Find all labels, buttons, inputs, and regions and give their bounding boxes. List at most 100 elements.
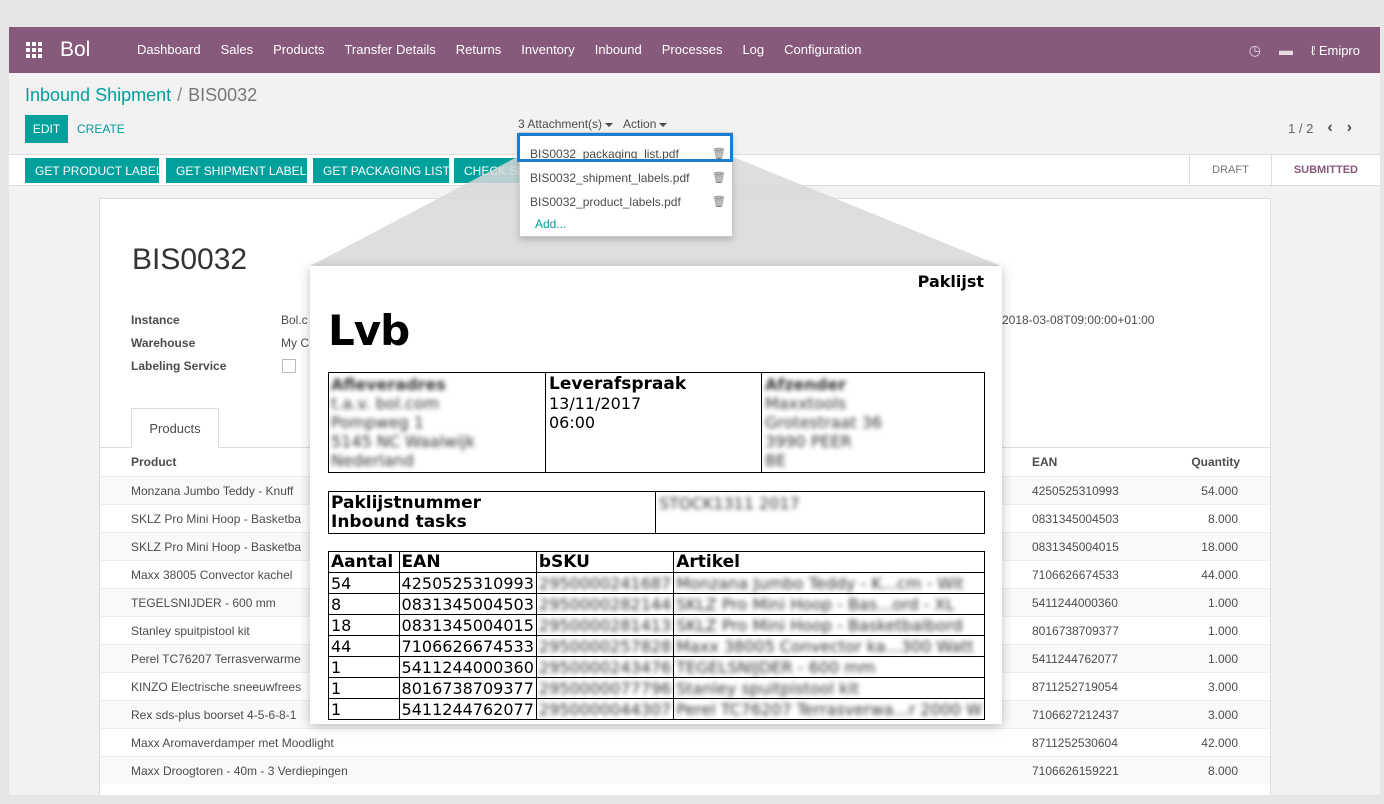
chat-icon[interactable]: ▬ (1279, 42, 1293, 58)
pdf-ean: 8016738709377 (398, 677, 537, 699)
menu-processes[interactable]: Processes (662, 27, 723, 73)
column-ean[interactable]: EAN (1032, 455, 1057, 469)
paklijst-label-block: Paklijstnummer Inbound tasks (331, 493, 482, 532)
column-quantity[interactable]: Quantity (1191, 455, 1240, 469)
breadcrumb-separator: / (177, 85, 183, 105)
pdf-col-ean: EAN (398, 551, 537, 573)
product-name: Stanley spuitpistool kit (131, 624, 250, 638)
menu-dashboard[interactable]: Dashboard (137, 27, 201, 73)
product-ean: 8711252719054 (1032, 680, 1118, 694)
pdf-table-row: 8 0831345004503 2950000282144 SKLZ Pro Mini… (328, 593, 985, 615)
menu-products[interactable]: Products (273, 27, 324, 73)
product-ean: 7106627212437 (1032, 708, 1119, 722)
product-ean: 5411244762077 (1032, 652, 1118, 666)
product-quantity: 1.000 (1207, 596, 1238, 610)
table-row[interactable]: Maxx Droogtoren - 40m - 3 Verdiepingen 71… (100, 756, 1270, 784)
instance-label: Instance (131, 313, 180, 327)
product-quantity: 1.000 (1207, 624, 1238, 638)
status-submitted[interactable]: SUBMITTED (1270, 155, 1380, 185)
product-quantity: 42.000 (1201, 736, 1238, 750)
user-menu[interactable]: ℓ Emipro (1311, 43, 1360, 58)
menu-sales[interactable]: Sales (221, 27, 254, 73)
afzender-block: Afzender Maxxtools Grotestraat 36 3990 P… (765, 375, 883, 470)
afleveradres-block: Afleveradres t.a.v. bol.com Pompweg 1 51… (331, 375, 476, 470)
get-product-label-button[interactable]: GET PRODUCT LABEL (25, 158, 163, 183)
instance-value[interactable]: Bol.c (281, 313, 308, 327)
caret-down-icon (605, 122, 614, 127)
pdf-aantal: 18 (328, 614, 400, 636)
apps-grid-icon[interactable] (26, 42, 42, 58)
highlight-box (517, 133, 733, 162)
pdf-col-aantal: Aantal (328, 551, 400, 573)
breadcrumb-parent[interactable]: Inbound Shipment (25, 85, 171, 105)
trash-icon[interactable]: 🗑 (712, 171, 726, 184)
chevron-left-icon[interactable]: ‹ (1327, 119, 1332, 137)
menu-transfer-details[interactable]: Transfer Details (344, 27, 435, 73)
pdf-aantal: 44 (328, 635, 400, 657)
product-name: Perel TC76207 Terrasverwarme (131, 652, 301, 666)
product-name: SKLZ Pro Mini Hoop - Basketba (131, 512, 302, 526)
menu-inventory[interactable]: Inventory (521, 27, 574, 73)
create-button[interactable]: CREATE (77, 115, 125, 143)
pdf-aantal: 1 (328, 698, 400, 720)
status-draft[interactable]: DRAFT (1189, 155, 1271, 185)
breadcrumb-current: BIS0032 (188, 85, 258, 105)
add-attachment-link[interactable]: Add... (535, 217, 566, 231)
tab-products[interactable]: Products (131, 408, 219, 448)
menu-log[interactable]: Log (742, 27, 764, 73)
paklijst-box: Paklijstnummer Inbound tasks STOCK1311 2… (328, 491, 985, 534)
pdf-ean: 4250525310993 (398, 572, 537, 594)
menu-returns[interactable]: Returns (456, 27, 502, 73)
product-ean: 8711252530604 (1032, 736, 1118, 750)
chevron-right-icon[interactable]: › (1347, 119, 1352, 137)
warehouse-value[interactable]: My C (281, 336, 309, 350)
pdf-bsku: 2950000241687 (535, 572, 675, 594)
labeling-service-checkbox[interactable] (282, 359, 296, 373)
product-ean: 4250525310993 (1032, 484, 1119, 498)
product-ean: 8016738709377 (1032, 624, 1119, 638)
check-shipment-button[interactable]: CHECK SH (454, 158, 526, 183)
attachments-dropdown[interactable]: 3 Attachment(s) (518, 117, 614, 131)
pdf-aantal: 1 (328, 677, 400, 699)
product-name: Rex sds-plus boorset 4-5-6-8-1 (131, 708, 297, 722)
attachment-item[interactable]: BIS0032_product_labels.pdf (530, 195, 681, 209)
pager: 1 / 2 ‹ › (1288, 119, 1352, 137)
product-name: Maxx 38005 Convector kachel (131, 568, 293, 582)
product-name: Maxx Droogtoren - 40m - 3 Verdiepingen (131, 764, 348, 778)
product-ean: 0831345004015 (1032, 540, 1119, 554)
product-quantity: 54.000 (1201, 484, 1238, 498)
action-label: Action (623, 117, 657, 131)
product-quantity: 8.000 (1207, 764, 1238, 778)
pdf-bsku: 2950000044307 (535, 698, 675, 720)
get-shipment-label-button[interactable]: GET SHIPMENT LABEL (166, 158, 307, 183)
attachment-action-bar: 3 Attachment(s) Action (518, 117, 668, 131)
menu-configuration[interactable]: Configuration (784, 27, 861, 73)
pdf-title: Paklijst (917, 272, 984, 291)
pdf-table-row: 54 4250525310993 2950000241687 Monzana Jumb… (328, 572, 985, 594)
pdf-lvb-heading: Lvb (328, 306, 410, 355)
attachments-label: 3 Attachment(s) (518, 117, 603, 131)
table-row[interactable]: Maxx Aromaverdamper met Moodlight 8711252… (100, 728, 1270, 756)
attachment-item[interactable]: BIS0032_shipment_labels.pdf (530, 171, 689, 185)
pdf-bsku: 2950000257828 (535, 635, 675, 657)
menu-inbound[interactable]: Inbound (595, 27, 642, 73)
trash-icon[interactable]: 🗑 (712, 195, 726, 208)
clock-icon[interactable]: ◷ (1249, 42, 1261, 59)
navbar-right: ◷ ▬ ℓ Emipro (1249, 27, 1360, 73)
pdf-col-artikel: Artikel (673, 551, 985, 573)
pdf-bsku: 2950000282144 (535, 593, 675, 615)
pdf-bsku: 2950000243476 (535, 656, 675, 678)
product-ean: 0831345004503 (1032, 512, 1119, 526)
product-quantity: 3.000 (1207, 708, 1238, 722)
product-ean: 5411244000360 (1032, 596, 1118, 610)
product-quantity: 8.000 (1207, 512, 1238, 526)
app-brand[interactable]: Bol (60, 38, 90, 62)
action-dropdown[interactable]: Action (623, 117, 668, 131)
edit-button[interactable]: EDIT (25, 115, 68, 143)
get-packaging-list-button[interactable]: GET PACKAGING LIST (313, 158, 450, 183)
product-quantity: 1.000 (1207, 652, 1238, 666)
pdf-artikel: SKLZ Pro Mini Hoop - Bas...ord - XL (673, 593, 985, 615)
product-name: Monzana Jumbo Teddy - Knuff (131, 484, 294, 498)
address-box: Afleveradres t.a.v. bol.com Pompweg 1 51… (328, 372, 985, 473)
column-product[interactable]: Product (131, 455, 176, 469)
